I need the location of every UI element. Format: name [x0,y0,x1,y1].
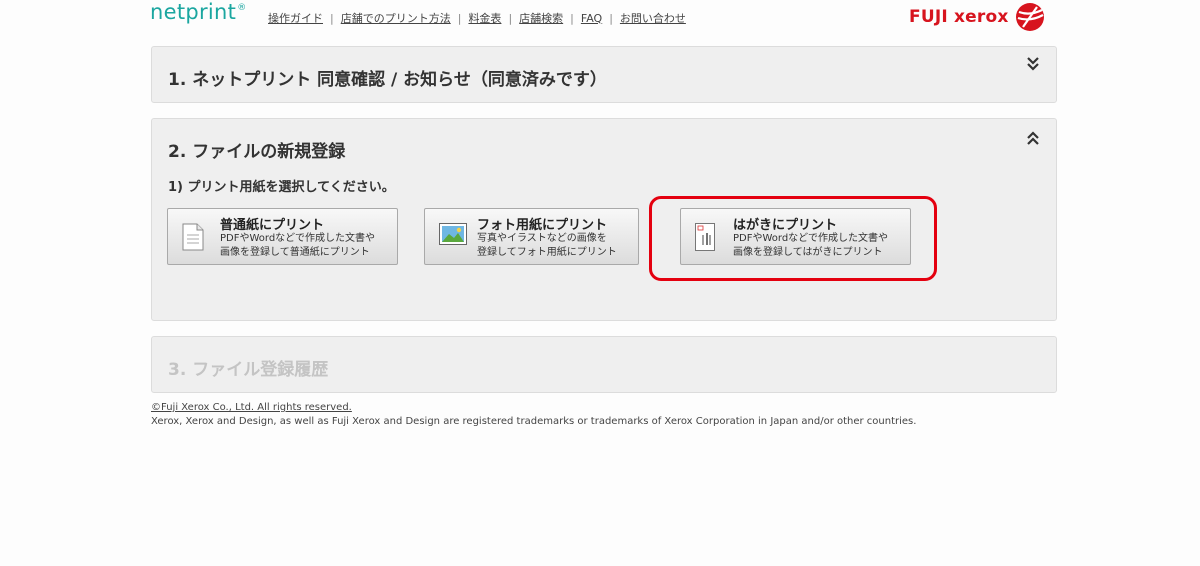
option-description-line: PDFやWordなどで作成した文書や [733,233,888,244]
section-title-new-file: 2. ファイルの新規登録 [168,142,346,162]
option-description-line: 写真やイラストなどの画像を [477,233,607,244]
option-description-line: 画像を登録して普通紙にプリント [220,247,370,258]
option-title: フォト用紙にプリント [477,218,608,233]
option-title: 普通紙にプリント [220,218,325,233]
copyright-link[interactable]: ©Fuji Xerox Co., Ltd. All rights reserve… [151,401,916,415]
nav-link-store-search[interactable]: 店舗検索 [519,10,563,26]
brand-text: FUJI xerox [909,7,1009,27]
logo-text: netprint [150,0,237,24]
option-description: PDFやWordなどで作成した文書や 画像を登録してはがきにプリント [733,232,888,260]
footer: ©Fuji Xerox Co., Ltd. All rights reserve… [151,401,916,429]
section-title-history: 3. ファイル登録履歴 [168,360,329,380]
nav-separator: | [609,11,613,25]
nav-separator: | [457,11,462,25]
nav-link-price[interactable]: 料金表 [468,10,501,26]
option-description-line: 画像を登録してはがきにプリント [733,247,883,258]
section-new-file: 2. ファイルの新規登録 1) プリント用紙を選択してください。 普通紙にプリン… [151,118,1057,321]
option-description-line: PDFやWordなどで作成した文書や [220,233,375,244]
chevron-double-down-icon[interactable] [1026,56,1040,72]
option-description: 写真やイラストなどの画像を 登録してフォト用紙にプリント [477,232,617,260]
top-nav: 操作ガイド | 店舗でのプリント方法 | 料金表 | 店舗検索 | FAQ | … [268,10,686,26]
nav-link-contact[interactable]: お問い合わせ [620,10,686,26]
section-title-agreement: 1. ネットプリント 同意確認 / お知らせ（同意済みです） [168,70,607,90]
nav-link-store-print[interactable]: 店舗でのプリント方法 [341,10,451,26]
plain-paper-print-button[interactable]: 普通紙にプリント PDFやWordなどで作成した文書や 画像を登録して普通紙にプ… [167,208,398,265]
postcard-print-button[interactable]: はがきにプリント PDFやWordなどで作成した文書や 画像を登録してはがきにプ… [680,208,911,265]
postcard-icon [695,223,715,255]
photo-paper-print-button[interactable]: フォト用紙にプリント 写真やイラストなどの画像を 登録してフォト用紙にプリント [424,208,639,265]
nav-link-guide[interactable]: 操作ガイド [268,10,323,26]
nav-link-faq[interactable]: FAQ [581,12,602,25]
fuji-xerox-ball-logo-icon [1015,2,1045,32]
chevron-double-up-icon[interactable] [1026,131,1040,147]
fuji-xerox-brand[interactable]: FUJI xerox [909,2,1045,32]
registered-mark: ® [237,3,247,13]
photo-icon [439,223,467,249]
section-agreement[interactable]: 1. ネットプリント 同意確認 / お知らせ（同意済みです） [151,46,1057,103]
nav-separator: | [330,11,334,25]
option-description-line: 登録してフォト用紙にプリント [477,247,617,258]
nav-separator: | [508,11,513,25]
step-title-select-paper: 1) プリント用紙を選択してください。 [168,180,395,195]
nav-separator: | [570,11,574,25]
netprint-logo[interactable]: netprint® [150,0,247,24]
trademark-notice: Xerox, Xerox and Design, as well as Fuji… [151,416,917,427]
section-history[interactable]: 3. ファイル登録履歴 [151,336,1057,393]
option-description: PDFやWordなどで作成した文書や 画像を登録して普通紙にプリント [220,232,375,260]
document-icon [182,223,204,255]
option-title: はがきにプリント [733,218,838,233]
header: netprint® 操作ガイド | 店舗でのプリント方法 | 料金表 | 店舗検… [0,0,1200,40]
